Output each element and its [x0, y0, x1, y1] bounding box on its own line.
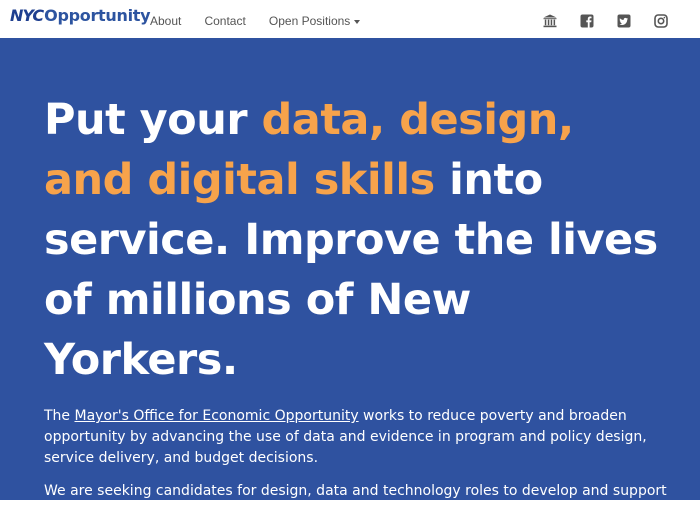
twitter-icon[interactable] — [617, 14, 631, 28]
intro-prefix: The — [44, 408, 75, 424]
facebook-icon[interactable] — [580, 14, 594, 28]
brand-nyc: NYC — [10, 6, 44, 25]
meo-link[interactable]: Mayor's Office for Economic Opportunity — [75, 408, 359, 424]
nav-links: About Contact Open Positions — [150, 10, 378, 29]
brand-opportunity: Opportunity — [44, 6, 151, 25]
caret-down-icon — [354, 19, 361, 24]
top-navbar: NYCOpportunity About Contact Open Positi… — [0, 0, 700, 38]
instagram-icon[interactable] — [654, 13, 668, 28]
hero-intro-paragraph: The Mayor's Office for Economic Opportun… — [44, 406, 670, 469]
nav-link-about[interactable]: About — [150, 14, 181, 28]
hero-title-part-1: Put your — [44, 95, 262, 145]
brand-logo[interactable]: NYCOpportunity — [10, 6, 151, 25]
hero-recruiting-paragraph: We are seeking candidates for design, da… — [44, 483, 667, 520]
hero-section: Put your data, design, and digital skill… — [0, 38, 700, 520]
hero-headline: Put your data, design, and digital skill… — [44, 90, 670, 390]
nav-link-contact[interactable]: Contact — [204, 14, 245, 28]
nav-dropdown-label: Open Positions — [268, 14, 351, 28]
building-icon[interactable] — [543, 14, 557, 28]
social-links — [525, 10, 668, 29]
nav-dropdown-open-positions[interactable]: Open Positions — [268, 14, 361, 28]
